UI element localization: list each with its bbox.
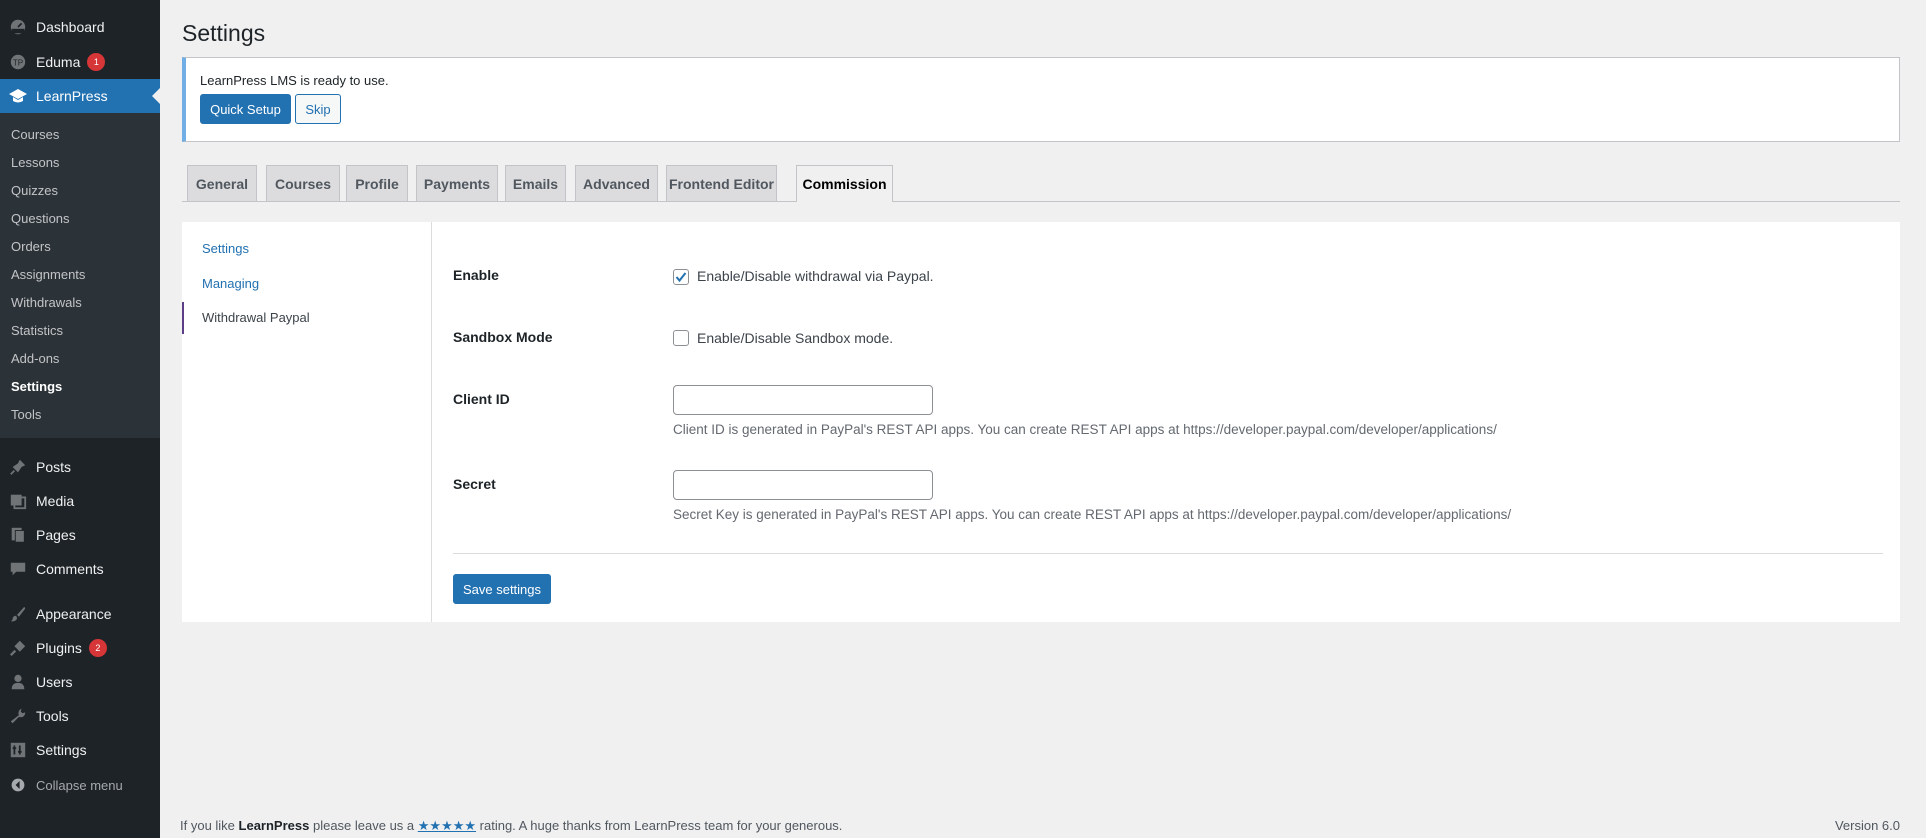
side-nav-settings[interactable]: Settings: [202, 241, 249, 256]
secret-label: Secret: [453, 476, 496, 492]
quick-setup-button[interactable]: Quick Setup: [200, 94, 291, 124]
notice-text: LearnPress LMS is ready to use.: [200, 73, 389, 88]
svg-text:TP: TP: [13, 59, 23, 68]
menu-label: LearnPress: [36, 88, 108, 104]
submenu-lessons[interactable]: Lessons: [11, 155, 59, 170]
menu-item-posts[interactable]: Posts: [0, 450, 160, 484]
pages-icon: [0, 526, 36, 544]
setup-notice: LearnPress LMS is ready to use. Quick Se…: [182, 57, 1900, 142]
submenu-tools[interactable]: Tools: [11, 407, 41, 422]
form-divider: [453, 553, 1883, 554]
settings-tabs: General Courses Profile Payments Emails …: [182, 165, 1900, 202]
enable-label: Enable: [453, 267, 499, 283]
sandbox-checkbox-label: Enable/Disable Sandbox mode.: [697, 330, 894, 346]
save-settings-button[interactable]: Save settings: [453, 574, 551, 604]
menu-item-media[interactable]: Media: [0, 484, 160, 518]
submenu-assignments[interactable]: Assignments: [11, 267, 85, 282]
version-text: Version 6.0: [1834, 818, 1900, 833]
page-title: Settings: [182, 20, 266, 46]
settings-icon: [0, 741, 36, 759]
menu-label: Dashboard: [36, 19, 105, 35]
secret-description: Secret Key is generated in PayPal's REST…: [673, 507, 1512, 522]
secret-input[interactable]: [673, 470, 933, 500]
footer-text: If you like LearnPress please leave us a…: [180, 818, 842, 834]
menu-item-settings[interactable]: Settings: [0, 733, 160, 767]
menu-label: Comments: [36, 561, 104, 577]
sandbox-label: Sandbox Mode: [453, 329, 553, 345]
menu-label: Users: [36, 674, 73, 690]
submenu-withdrawals[interactable]: Withdrawals: [11, 295, 82, 310]
skip-button[interactable]: Skip: [295, 94, 341, 124]
collapse-menu-button[interactable]: Collapse menu: [0, 774, 160, 796]
rating-stars-link[interactable]: ★★★★★: [418, 818, 476, 833]
update-badge: 2: [88, 639, 107, 657]
checkmark-icon: [675, 272, 687, 283]
footer-prefix: If you like: [180, 818, 239, 833]
submenu-courses[interactable]: Courses: [11, 127, 59, 142]
side-nav-managing[interactable]: Managing: [202, 276, 259, 291]
eduma-icon: TP: [0, 53, 36, 71]
menu-item-comments[interactable]: Comments: [0, 552, 160, 586]
menu-label: Posts: [36, 459, 72, 475]
submenu-orders[interactable]: Orders: [11, 239, 51, 254]
graduation-cap-icon: [0, 87, 36, 105]
sandbox-checkbox[interactable]: [673, 330, 689, 346]
menu-label: Settings: [36, 742, 87, 758]
settings-panel: Settings Managing Withdrawal Paypal Enab…: [182, 222, 1900, 622]
menu-label: Appearance: [36, 606, 112, 622]
comments-icon: [0, 560, 36, 578]
menu-label: Media: [36, 493, 75, 509]
submenu-addons[interactable]: Add-ons: [11, 351, 59, 366]
menu-item-learnpress[interactable]: LearnPress: [0, 79, 160, 113]
enable-checkbox-label: Enable/Disable withdrawal via Paypal.: [697, 268, 934, 284]
menu-label: Plugins: [36, 640, 82, 656]
tab-payments[interactable]: Payments: [416, 165, 498, 201]
menu-label: Tools: [36, 708, 69, 724]
update-badge: 1: [87, 53, 106, 71]
brush-icon: [0, 605, 36, 623]
menu-item-plugins[interactable]: Plugins 2: [0, 631, 160, 665]
submenu-quizzes[interactable]: Quizzes: [11, 183, 58, 198]
collapse-icon: [0, 777, 36, 793]
enable-checkbox[interactable]: [673, 269, 689, 285]
footer-suffix: rating. A huge thanks from LearnPress te…: [476, 818, 843, 833]
learnpress-submenu: Courses Lessons Quizzes Questions Orders…: [0, 113, 160, 438]
menu-label: Eduma: [36, 54, 81, 70]
submenu-settings[interactable]: Settings: [11, 379, 62, 394]
admin-sidebar: Dashboard TP Eduma 1 LearnPress Courses …: [0, 0, 160, 838]
menu-item-eduma[interactable]: TP Eduma 1: [0, 45, 160, 79]
side-nav-withdrawal-paypal[interactable]: Withdrawal Paypal: [202, 310, 310, 325]
tab-profile[interactable]: Profile: [346, 165, 408, 201]
menu-item-pages[interactable]: Pages: [0, 518, 160, 552]
client-id-input[interactable]: [673, 385, 933, 415]
footer-middle: please leave us a: [309, 818, 418, 833]
client-id-label: Client ID: [453, 391, 510, 407]
commission-side-nav: Settings Managing Withdrawal Paypal: [182, 222, 432, 622]
menu-item-appearance[interactable]: Appearance: [0, 597, 160, 631]
menu-item-users[interactable]: Users: [0, 665, 160, 699]
tab-emails[interactable]: Emails: [505, 165, 566, 201]
menu-item-tools[interactable]: Tools: [0, 699, 160, 733]
pin-icon: [0, 458, 36, 476]
tab-commission[interactable]: Commission: [796, 165, 893, 202]
users-icon: [0, 673, 36, 691]
footer-brand: LearnPress: [238, 818, 310, 833]
wrench-icon: [0, 707, 36, 725]
menu-label: Pages: [36, 527, 76, 543]
active-indicator: [182, 302, 184, 334]
tab-advanced[interactable]: Advanced: [575, 165, 658, 201]
tab-courses[interactable]: Courses: [266, 165, 340, 201]
tab-general[interactable]: General: [187, 165, 257, 201]
media-icon: [0, 492, 36, 510]
submenu-statistics[interactable]: Statistics: [11, 323, 63, 338]
dashboard-icon: [0, 18, 36, 36]
client-id-description: Client ID is generated in PayPal's REST …: [673, 422, 1497, 437]
submenu-questions[interactable]: Questions: [11, 211, 70, 226]
tab-frontend-editor[interactable]: Frontend Editor: [666, 165, 777, 201]
collapse-menu-label: Collapse menu: [36, 777, 123, 793]
menu-item-dashboard[interactable]: Dashboard: [0, 10, 160, 44]
plugin-icon: [0, 639, 36, 657]
